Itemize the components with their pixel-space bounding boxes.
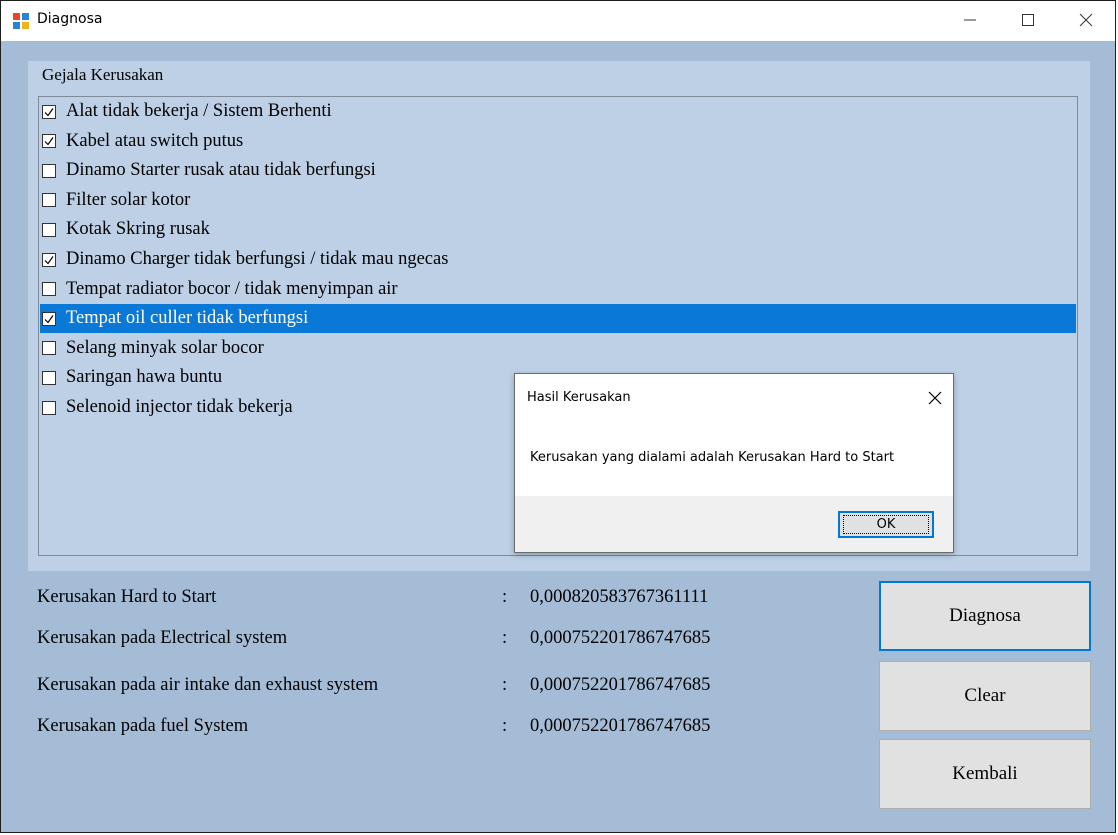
title-bar[interactable]: Diagnosa xyxy=(1,1,1115,41)
symptom-item[interactable]: Kabel atau switch putus xyxy=(40,127,1076,156)
maximize-button[interactable] xyxy=(1005,1,1051,39)
diagnosa-window: Diagnosa Gejala Kerusakan Alat tidak bek… xyxy=(0,0,1116,833)
window-title: Diagnosa xyxy=(37,11,103,27)
symptom-label: Kabel atau switch putus xyxy=(66,130,244,151)
minimize-button[interactable] xyxy=(947,1,993,39)
symptom-checkbox[interactable] xyxy=(42,311,56,326)
symptom-item[interactable]: Dinamo Charger tidak berfungsi / tidak m… xyxy=(40,245,1076,274)
symptom-label: Filter solar kotor xyxy=(66,189,191,210)
symptom-item[interactable]: Filter solar kotor xyxy=(40,186,1076,215)
symptom-checkbox[interactable] xyxy=(42,222,56,237)
close-icon xyxy=(1079,13,1093,27)
minimize-icon xyxy=(964,19,976,21)
result-colon: : xyxy=(502,716,508,736)
dialog-message: Kerusakan yang dialami adalah Kerusakan … xyxy=(530,450,895,465)
symptoms-group-label: Gejala Kerusakan xyxy=(42,65,164,84)
symptom-label: Saringan hawa buntu xyxy=(66,367,223,388)
symptom-checkbox[interactable] xyxy=(42,104,56,119)
symptom-item[interactable]: Dinamo Starter rusak atau tidak berfungs… xyxy=(40,156,1076,185)
result-value: 0,000752201786747685 xyxy=(530,716,711,736)
symptom-label: Kotak Skring rusak xyxy=(66,219,210,240)
symptom-label: Selang minyak solar bocor xyxy=(66,337,264,358)
symptom-checkbox[interactable] xyxy=(42,400,56,415)
symptom-checkbox[interactable] xyxy=(42,134,56,149)
maximize-icon xyxy=(1022,14,1034,26)
result-value: 0,000752201786747685 xyxy=(530,628,711,648)
close-button[interactable] xyxy=(1063,1,1109,39)
check-icon xyxy=(44,137,54,146)
symptom-checkbox[interactable] xyxy=(42,341,56,356)
dialog-close-button[interactable] xyxy=(925,388,945,408)
dialog-title: Hasil Kerusakan xyxy=(527,390,631,405)
symptom-label: Tempat radiator bocor / tidak menyimpan … xyxy=(66,278,398,299)
symptom-checkbox[interactable] xyxy=(42,282,56,297)
symptom-label: Selenoid injector tidak bekerja xyxy=(66,397,293,417)
kembali-button[interactable]: Kembali xyxy=(879,739,1091,809)
symptom-label: Dinamo Charger tidak berfungsi / tidak m… xyxy=(66,249,449,269)
symptom-checkbox[interactable] xyxy=(42,252,56,267)
symptom-label: Dinamo Starter rusak atau tidak berfungs… xyxy=(66,160,376,181)
app-icon xyxy=(12,12,30,30)
symptom-label: Tempat oil culler tidak berfungsi xyxy=(66,308,309,329)
result-label: Kerusakan Hard to Start xyxy=(37,587,217,607)
check-icon xyxy=(44,255,54,264)
result-label: Kerusakan pada air intake dan exhaust sy… xyxy=(37,675,379,695)
symptom-item[interactable]: Selang minyak solar bocor xyxy=(40,334,1076,363)
symptom-label: Alat tidak bekerja / Sistem Berhenti xyxy=(66,101,332,121)
check-icon xyxy=(44,107,54,116)
result-value: 0,000752201786747685 xyxy=(530,675,711,695)
close-icon xyxy=(928,391,942,405)
symptom-item[interactable]: Kotak Skring rusak xyxy=(40,215,1076,244)
result-label: Kerusakan pada fuel System xyxy=(37,716,249,736)
ok-button-label: OK xyxy=(843,515,929,534)
ok-button[interactable]: OK xyxy=(838,511,934,538)
symptom-item[interactable]: Tempat oil culler tidak berfungsi xyxy=(40,304,1076,334)
result-value: 0,000820583767361111 xyxy=(530,587,709,607)
dialog-footer: OK xyxy=(515,496,953,552)
clear-button[interactable]: Clear xyxy=(879,661,1091,731)
symptom-checkbox[interactable] xyxy=(42,163,56,178)
symptom-item[interactable]: Alat tidak bekerja / Sistem Berhenti xyxy=(40,97,1076,126)
symptom-checkbox[interactable] xyxy=(42,370,56,385)
diagnosa-button[interactable]: Diagnosa xyxy=(879,581,1091,651)
result-label: Kerusakan pada Electrical system xyxy=(37,628,288,648)
symptom-checkbox[interactable] xyxy=(42,193,56,208)
result-colon: : xyxy=(502,587,508,607)
result-colon: : xyxy=(502,628,508,648)
result-dialog: Hasil Kerusakan Kerusakan yang dialami a… xyxy=(514,373,954,553)
result-colon: : xyxy=(502,675,508,695)
symptom-item[interactable]: Tempat radiator bocor / tidak menyimpan … xyxy=(40,275,1076,304)
check-icon xyxy=(44,314,54,324)
